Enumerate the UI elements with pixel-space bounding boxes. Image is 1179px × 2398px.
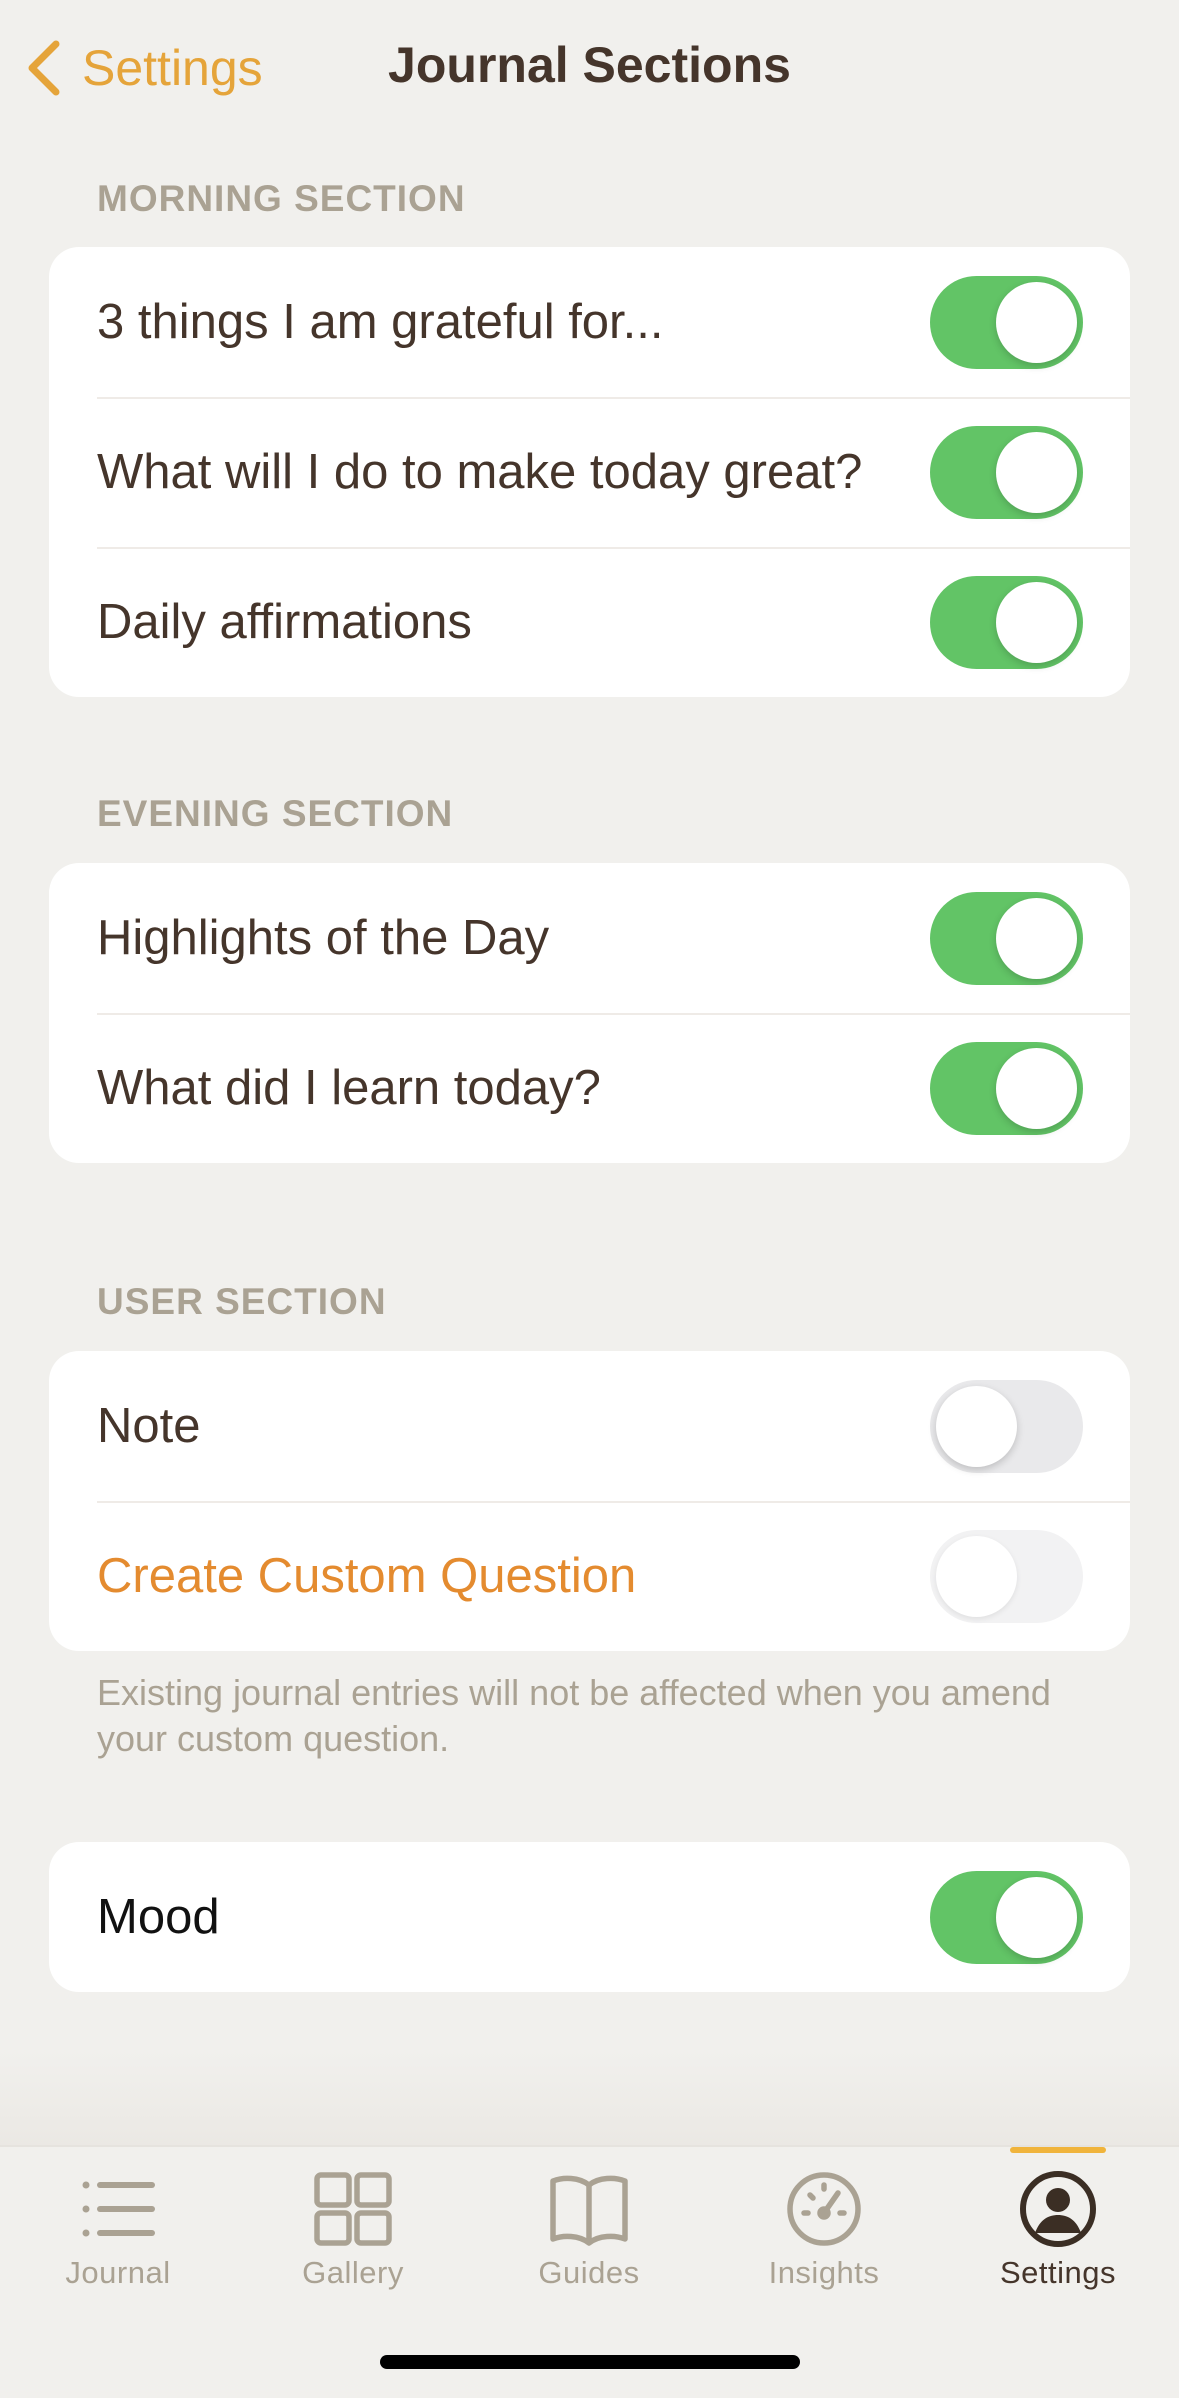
- toggle-knob: [996, 1876, 1077, 1958]
- tab-settings[interactable]: Settings: [940, 2147, 1176, 2297]
- tab-label: Insights: [768, 2255, 880, 2290]
- morning-section-card: 3 things I am grateful for... What will …: [49, 247, 1130, 697]
- row-label: Daily affirmations: [97, 595, 472, 649]
- home-indicator: [380, 2355, 800, 2369]
- row-label: What did I learn today?: [97, 1061, 601, 1115]
- custom-question-toggle[interactable]: [930, 1529, 1083, 1623]
- evening-section-card: Highlights of the Day What did I learn t…: [49, 863, 1130, 1163]
- person-circle-icon: [1018, 2169, 1098, 2249]
- book-icon: [549, 2169, 629, 2249]
- toggle-knob: [996, 897, 1077, 979]
- toggle-knob: [996, 581, 1077, 663]
- note-toggle[interactable]: [930, 1379, 1083, 1473]
- list-item: Daily affirmations: [49, 547, 1130, 697]
- toggle-knob: [936, 1535, 1017, 1617]
- row-label: What will I do to make today great?: [97, 445, 863, 499]
- evening-section-header: EVENING SECTION: [97, 793, 454, 834]
- list-item: What did I learn today?: [49, 1013, 1130, 1163]
- tab-gallery[interactable]: Gallery: [235, 2147, 471, 2297]
- user-section-header: USER SECTION: [97, 1281, 387, 1322]
- navigation-bar: Settings Journal Sections: [0, 0, 1179, 135]
- active-tab-indicator: [1010, 2147, 1106, 2153]
- toggle-knob: [996, 281, 1077, 363]
- tab-bar-shadow: [0, 2050, 1179, 2146]
- tab-label: Guides: [538, 2255, 640, 2290]
- learn-today-toggle[interactable]: [930, 1041, 1083, 1135]
- list-item: Note: [49, 1351, 1130, 1501]
- custom-question-footnote: Existing journal entries will not be aff…: [97, 1672, 1051, 1759]
- mood-section-card: Mood: [49, 1842, 1130, 1992]
- user-section-card: Note Create Custom Question: [49, 1351, 1130, 1651]
- toggle-knob: [996, 1047, 1077, 1129]
- tab-insights[interactable]: Insights: [706, 2147, 942, 2297]
- daily-affirmations-toggle[interactable]: [930, 575, 1083, 669]
- tab-guides[interactable]: Guides: [471, 2147, 707, 2297]
- gauge-icon: [784, 2169, 864, 2249]
- tab-label: Settings: [999, 2255, 1116, 2290]
- tab-journal[interactable]: Journal: [0, 2147, 236, 2297]
- make-today-great-toggle[interactable]: [930, 425, 1083, 519]
- list-item: What will I do to make today great?: [49, 397, 1130, 547]
- mood-toggle[interactable]: [930, 1870, 1083, 1964]
- create-custom-question-row[interactable]: Create Custom Question: [49, 1501, 1130, 1651]
- morning-section-header: MORNING SECTION: [97, 178, 466, 219]
- row-label: Note: [97, 1399, 201, 1453]
- tab-label: Gallery: [302, 2255, 404, 2290]
- row-label: 3 things I am grateful for...: [97, 295, 664, 349]
- page-title: Journal Sections: [388, 37, 791, 93]
- highlights-toggle[interactable]: [930, 891, 1083, 985]
- toggle-knob: [936, 1385, 1017, 1467]
- tab-label: Journal: [65, 2255, 171, 2290]
- list-item: Highlights of the Day: [49, 863, 1130, 1013]
- row-label: Mood: [97, 1890, 220, 1944]
- list-item: 3 things I am grateful for...: [49, 247, 1130, 397]
- grid-icon: [313, 2169, 393, 2249]
- row-label: Highlights of the Day: [97, 911, 550, 965]
- grateful-toggle[interactable]: [930, 275, 1083, 369]
- list-item: Mood: [49, 1842, 1130, 1992]
- toggle-knob: [996, 431, 1077, 513]
- list-icon: [78, 2169, 158, 2249]
- create-custom-question-link[interactable]: Create Custom Question: [97, 1548, 636, 1604]
